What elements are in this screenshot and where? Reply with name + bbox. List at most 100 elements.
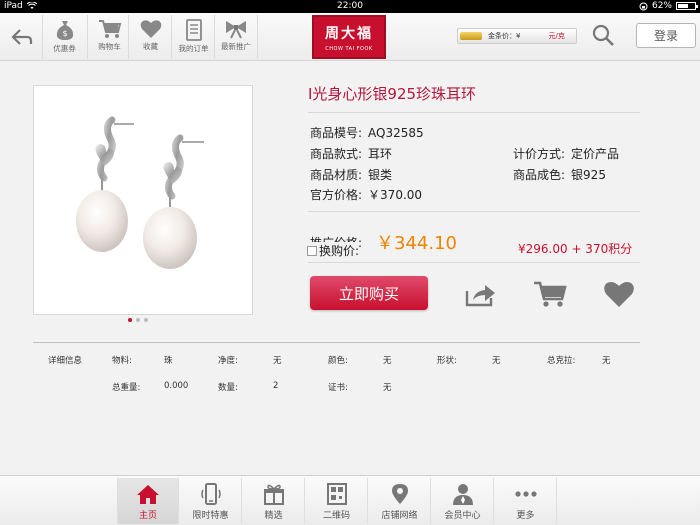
points-price: ¥296.00 + 370积分 [518,242,633,256]
gold-price-ticker: 金条价：¥ 元/克 [457,28,577,44]
nav-orders-label: 我的订单 [178,44,209,53]
add-to-cart-button[interactable] [533,280,567,308]
status-right: 62% [639,1,698,11]
lock-rotation-icon [639,2,648,10]
spec-model-key: 商品模号: [310,126,363,140]
gold-price-unit: 元/克 [548,32,565,40]
spec-style-value: 耳环 [368,147,393,161]
nav-favorites-label: 收藏 [143,42,158,51]
tab-qr-code-label: 二维码 [322,511,350,521]
tab-qr-code[interactable]: 二维码 [306,478,368,524]
spec-pricing-value: 定价产品 [571,147,620,161]
detail-material-key: 物料: [112,356,132,366]
status-time: 22:00 [337,1,363,11]
detail-quantity-key: 数量: [218,383,238,393]
orders-icon [185,19,202,41]
logo-chinese-text: 周大福 [325,25,373,42]
detail-clarity-value: 无 [273,356,282,366]
detail-weight-key: 总重量: [112,383,141,393]
tab-more-label: 更多 [516,511,535,521]
detail-quantity-value: 2 [273,381,279,391]
detail-color-key: 颜色: [328,356,348,366]
login-button[interactable]: 登录 [636,23,696,48]
spec-pricing-method: 计价方式: 定价产品 [513,145,619,162]
title-divider [308,112,640,113]
more-icon [514,491,537,497]
spec-price-value: ￥370.00 [368,188,423,202]
pager-dot-active[interactable] [128,318,132,322]
tab-home[interactable]: 主页 [117,478,179,524]
detail-certificate-value: 无 [383,383,392,393]
detail-shape-value: 无 [492,356,501,366]
search-icon [592,24,614,46]
price-divider [308,211,640,212]
bottom-tab-bar: 主页 限时特惠 精选 二维码 店铺网络 会员中心 更多 [0,475,700,525]
nav-coupon-label: 优惠券 [53,44,76,53]
detail-clarity-key: 净度: [218,356,238,366]
tab-featured-label: 精选 [264,511,283,521]
spec-pricing-key: 计价方式: [513,147,566,161]
buy-now-button[interactable]: 立即购买 [310,276,428,310]
nav-orders-button[interactable]: 我的订单 [171,15,215,59]
image-pager-dots[interactable] [128,318,148,322]
qr-icon [326,483,347,505]
favorite-button[interactable] [602,280,636,308]
heart-icon [604,282,634,307]
battery-percent: 62% [651,1,672,11]
gold-bar-icon [460,32,482,40]
person-icon [452,484,473,505]
exchange-price-option[interactable]: 换购价: [307,242,360,259]
tab-store-network[interactable]: 店铺网络 [369,478,431,524]
spec-model: 商品模号: AQ32585 [310,124,424,141]
pager-dot[interactable] [136,318,140,322]
brand-logo[interactable]: 周大福 CHOW TAI FOOK [312,15,386,59]
phone-icon [200,483,221,505]
nav-promotion-label: 最新推广 [221,42,251,51]
section-divider [33,342,640,343]
promo-price-value: ￥344.10 [376,233,457,254]
share-icon [465,285,495,307]
details-heading: 详细信息 [48,356,83,366]
nav-coupon-button[interactable]: $ 优惠券 [42,15,86,59]
share-button[interactable] [464,280,498,308]
product-title: I光身心形银925珍珠耳环 [308,85,477,103]
cart-icon [534,281,567,307]
tab-featured[interactable]: 精选 [243,478,305,524]
back-button[interactable] [6,21,38,53]
search-button[interactable] [590,22,616,48]
pager-dot[interactable] [144,318,148,322]
bow-icon [226,21,246,39]
detail-color-value: 无 [383,356,392,366]
tab-more[interactable]: 更多 [495,478,557,524]
product-image[interactable] [33,85,253,315]
detail-shape-key: 形状: [437,356,457,366]
spec-fineness-value: 银925 [571,168,606,182]
spec-material: 商品材质: 银类 [310,166,392,183]
tab-home-label: 主页 [138,511,157,521]
status-bar: iPad 22:00 62% [0,0,700,13]
battery-icon [676,2,698,10]
spec-model-value: AQ32585 [368,126,424,140]
gold-price-label: 金条价：¥ [488,32,521,40]
location-icon [391,484,408,504]
exchange-price-checkbox[interactable] [307,245,317,256]
detail-weight-value: 0.000 [164,381,189,391]
svg-text:$: $ [62,29,67,38]
home-icon [137,485,159,504]
nav-favorites-button[interactable]: 收藏 [128,15,172,59]
spec-style: 商品款式: 耳环 [310,145,392,162]
cart-icon [98,20,121,38]
spec-material-key: 商品材质: [310,168,363,182]
tab-member-center-label: 会员中心 [444,511,481,521]
nav-cart-button[interactable]: 购物车 [87,15,131,59]
spec-price-key: 官方价格: [310,188,363,202]
tab-flash-sale[interactable]: 限时特惠 [180,478,242,524]
exchange-price-label: 换购价: [319,244,360,258]
tab-flash-sale-label: 限时特惠 [192,511,229,521]
spec-material-value: 银类 [368,168,393,182]
nav-cart-label: 购物车 [98,42,121,51]
detail-certificate-key: 证书: [328,383,348,393]
tab-member-center[interactable]: 会员中心 [432,478,494,524]
tab-store-network-label: 店铺网络 [381,511,418,521]
nav-promotion-button[interactable]: 最新推广 [214,15,258,59]
